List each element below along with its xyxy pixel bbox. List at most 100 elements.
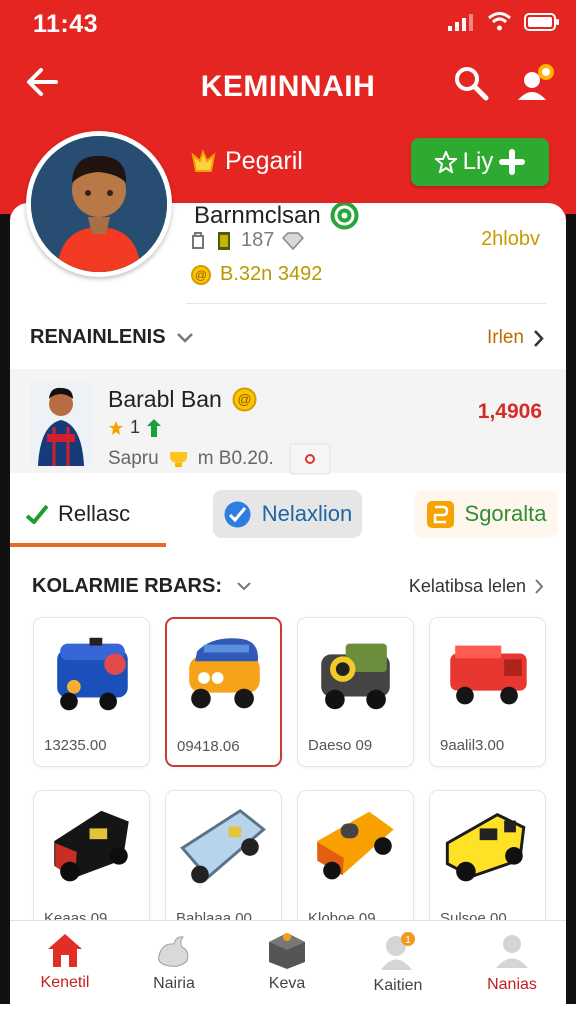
profile-meta-text: 187 [241,229,275,251]
status-bar: 11:43 [0,0,576,50]
coin-icon: @ [232,387,257,412]
profile-name-text: Barnmclsan [194,203,321,229]
nav-home-label: Kenetil [40,974,90,991]
profile-stat: 2hlobv [481,228,540,250]
profile-coins-text: B.32n 3492 [220,263,323,285]
player-rank: 1 [108,417,162,438]
vehicle-card[interactable]: Kloboe 09 [297,790,414,940]
chevron-right-icon [535,579,544,594]
nav-notifications[interactable]: 1 Kaitien [348,931,448,1009]
trophy-icon [169,452,187,467]
player-subline-text: Sapru [108,448,159,469]
black-suv-icon [54,810,129,882]
vehicle-card[interactable]: Daeso 09 [297,617,414,767]
arrow-up-icon [147,418,162,437]
search-icon[interactable] [452,64,490,102]
gem-icon [282,231,305,250]
check-icon [26,504,48,524]
nav-box[interactable]: Keva [237,931,337,1009]
player-rank-value: 1 [130,417,141,437]
chevron-right-icon [534,329,544,347]
profile-meta: 187 [190,229,305,252]
items-section-title: KOLARMIE RBARS: [32,575,252,598]
vehicle-price: 13235.00 [44,737,107,754]
bookmark-box-icon [426,500,454,528]
profile-notification-icon[interactable] [514,62,556,104]
signal-icon [448,14,473,31]
follow-button[interactable]: Liy [411,138,549,186]
chevron-down-icon[interactable] [176,332,194,344]
player-name: Barabl Ban @ [108,386,258,413]
orange-van-icon [189,638,260,709]
top-app-bar: KEMINNAIH [0,56,576,116]
star-icon [109,420,123,435]
red-firetruck-icon [450,645,527,705]
nav-animals[interactable]: Nairia [124,931,224,1009]
vehicle-card[interactable]: 9aalil3.00 [429,617,546,767]
battery-icon [524,13,559,31]
nav-notifications-label: Kaitien [373,977,423,994]
blue-bus-icon [57,637,128,711]
nav-animals-label: Nairia [153,975,195,992]
avatar[interactable] [26,131,172,277]
nav-box-label: Keva [268,975,306,992]
light-blue-van-icon [180,808,266,884]
profile-photo [31,136,167,272]
follow-label: Liy [462,148,494,175]
items-section-link[interactable]: Kelatibsa lelen [409,576,544,597]
tab-bar: Rellasc Nelaxlion Sgoralta [10,485,566,547]
bird-icon [157,936,188,967]
plus-icon [499,149,526,175]
tab-sports[interactable]: Sgoralta [414,490,558,538]
home-icon [48,934,82,967]
home-indicator[interactable] [190,1007,384,1013]
section-title-text: RENAINLENIS [30,326,166,348]
page-tag-label: Pegaril [225,147,303,175]
nav-profile[interactable]: Nanias [462,931,562,1009]
items-section-title-text: KOLARMIE RBARS: [32,575,222,597]
section-title: RENAINLENIS [30,326,194,349]
dark-truck-icon [321,643,390,710]
player-score: 1,4906 [477,400,542,423]
vehicle-card[interactable]: Keaas 09 [33,790,150,940]
player-sub-value: m B0.20. [197,448,274,469]
svg-text:@: @ [237,391,251,407]
vehicle-card[interactable]: 13235.00 [33,617,150,767]
svg-text:1: 1 [405,935,411,946]
crown-badge-icon [191,149,216,172]
vehicle-price: 9aalil3.00 [440,737,505,754]
status-time: 11:43 [33,10,99,38]
vehicle-card[interactable]: Bablaaa 00 [165,790,282,940]
tab-releases[interactable]: Rellasc [26,490,130,538]
star-icon [434,151,457,173]
vehicle-card[interactable]: Sulsoe 00 [429,790,546,940]
check-circle-icon [224,501,251,527]
player-avatar [30,382,92,466]
left-frame-edge [0,214,10,1004]
tab-relaxation[interactable]: Nelaxlion [213,490,362,538]
vehicle-price: 09418.06 [177,738,240,755]
vehicle-card-selected[interactable]: 09418.06 [165,617,282,767]
player-subline: Sapru m B0.20. [108,443,331,475]
vehicle-price: Daeso 09 [308,737,373,754]
tab-releases-label: Rellasc [58,501,131,526]
wifi-icon [488,12,511,31]
verified-icon [330,203,359,230]
svg-text:@: @ [195,268,207,282]
profile-divider [186,303,546,304]
chevron-down-icon[interactable] [236,581,252,592]
nav-home[interactable]: Kenetil [15,931,115,1009]
right-frame-edge [566,214,576,1004]
yellow-truck-icon [445,813,526,882]
box-icon [269,933,305,969]
option-badge-icon[interactable] [289,443,331,475]
profile-card: Barnmclsan 187 @ B.32n 3492 2hlobv RENAI… [10,203,566,1003]
coin-icon: @ [191,264,211,285]
tab-relaxation-label: Nelaxlion [261,501,353,526]
page-tag: Pegaril [190,147,303,176]
user-icon [496,935,528,968]
section-link[interactable]: Irlen [487,327,544,349]
ticket-icon [192,231,204,249]
tab-sports-label: Sgoralta [464,501,547,526]
featured-player-row[interactable]: Barabl Ban @ 1 Sapru m B0.20. 1,4906 [10,369,566,475]
